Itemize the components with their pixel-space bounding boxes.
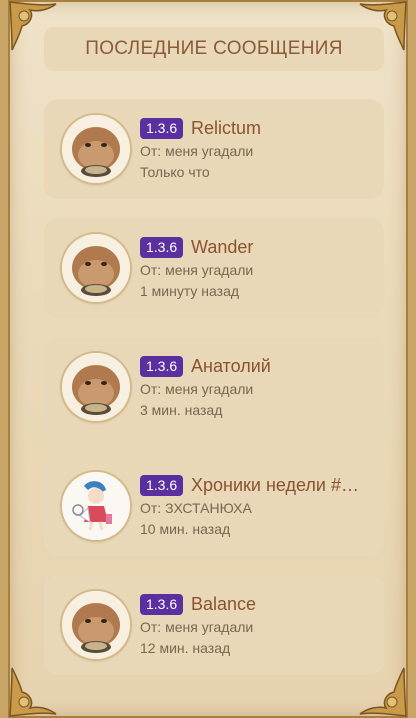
message-time: 3 мин. назад [140, 402, 223, 418]
message-time: 10 мин. назад [140, 521, 231, 537]
message-author: От: ЗХСТАНЮХА [140, 500, 252, 516]
avatar-hamster-icon [62, 234, 130, 302]
message-author: От: меня угадали [140, 619, 254, 635]
message-title[interactable]: Анатолий [191, 354, 376, 378]
version-badge: 1.3.6 [140, 594, 184, 615]
message-time: 12 мин. назад [140, 640, 231, 656]
message-time: Только что [140, 164, 210, 180]
panel-title: ПОСЛЕДНИЕ СООБЩЕНИЯ [44, 27, 384, 71]
message-author: От: меня угадали [140, 262, 254, 278]
messages-panel: ПОСЛЕДНИЕ СООБЩЕНИЯ 1.3.6 Relictum От: м… [0, 0, 416, 718]
message-title[interactable]: Хроники недели #… [191, 473, 376, 497]
message-author: От: меня угадали [140, 381, 254, 397]
message-card[interactable]: 1.3.6 Relictum От: меня угадали Только ч… [44, 99, 384, 199]
message-card[interactable]: 1.3.6 Balance От: меня угадали 12 мин. н… [44, 575, 384, 675]
avatar-hamster-icon [62, 591, 130, 659]
version-badge: 1.3.6 [140, 118, 184, 139]
message-card[interactable]: 1.3.6 Wander От: меня угадали 1 минуту н… [44, 218, 384, 318]
message-time: 1 минуту назад [140, 283, 240, 299]
version-badge: 1.3.6 [140, 237, 184, 258]
avatar-hamster-icon [62, 353, 130, 421]
version-badge: 1.3.6 [140, 356, 184, 377]
message-title[interactable]: Balance [191, 592, 376, 616]
message-title[interactable]: Wander [191, 235, 376, 259]
message-title[interactable]: Relictum [191, 116, 376, 140]
message-card[interactable]: 1.3.6 Анатолий От: меня угадали 3 мин. н… [44, 337, 384, 437]
message-author: От: меня угадали [140, 143, 254, 159]
messages-list: 1.3.6 Relictum От: меня угадали Только ч… [44, 99, 384, 694]
avatar-anime-girl-icon [62, 472, 130, 540]
message-card[interactable]: 1.3.6 Хроники недели #… От: ЗХСТАНЮХА 10… [44, 456, 384, 556]
version-badge: 1.3.6 [140, 475, 184, 496]
avatar-hamster-icon [62, 115, 130, 183]
